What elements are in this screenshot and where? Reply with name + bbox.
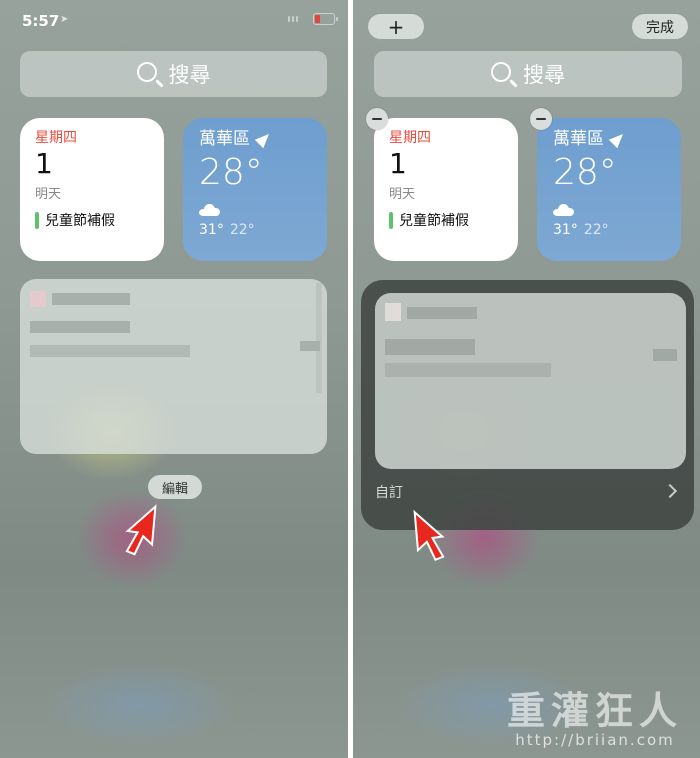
event-color-bar	[389, 211, 393, 229]
weather-widget[interactable]: 萬華區 28° 31° 22°	[537, 118, 681, 261]
calendar-tomorrow-label: 明天	[35, 187, 62, 202]
search-icon	[136, 62, 157, 82]
calendar-date: 1	[35, 147, 53, 180]
calendar-date: 1	[389, 147, 407, 180]
done-button[interactable]: 完成	[632, 14, 688, 39]
red-cursor-arrow-icon	[413, 509, 445, 562]
add-widget-button[interactable]: +	[368, 14, 424, 39]
event-color-bar	[35, 211, 39, 229]
watermark-url: http://briian.com	[515, 731, 675, 749]
weather-city-label: 萬華區	[553, 129, 604, 149]
remove-calendar-widget-button[interactable]	[366, 108, 388, 130]
calendar-event-title: 兒童節補假	[399, 213, 469, 229]
location-arrow-icon	[254, 129, 274, 149]
weather-city: 萬華區	[199, 128, 311, 150]
chevron-right-icon	[662, 483, 678, 499]
calendar-event-title: 兒童節補假	[45, 213, 115, 229]
weather-high-low: 31° 22°	[199, 222, 311, 238]
right-screen: + 完成 搜尋 星期四 1 明天 兒童節補假 萬華區 28° 31° 22° 自…	[353, 0, 700, 758]
weather-city-label: 萬華區	[199, 129, 250, 149]
location-services-icon: ➤	[60, 14, 69, 25]
location-arrow-icon	[608, 129, 628, 149]
cloud-icon	[199, 204, 221, 216]
weather-high: 31°	[553, 222, 578, 238]
weather-city: 萬華區	[553, 128, 665, 150]
weather-low: 22°	[583, 222, 609, 238]
status-time: 5:57	[22, 12, 60, 30]
weather-temperature: 28°	[199, 152, 263, 193]
weather-high-low: 31° 22°	[553, 222, 665, 238]
wifi-icon	[288, 16, 302, 24]
watermark: 重灌狂人 http://briian.com	[495, 680, 695, 749]
customize-label: 自訂	[375, 485, 403, 501]
search-bar[interactable]: 搜尋	[20, 51, 327, 97]
search-bar[interactable]: 搜尋	[374, 51, 682, 97]
calendar-widget[interactable]: 星期四 1 明天 兒童節補假	[374, 118, 518, 261]
customize-row[interactable]: 自訂	[375, 482, 678, 502]
weather-widget[interactable]: 萬華區 28° 31° 22°	[183, 118, 327, 261]
watermark-title: 重灌狂人	[506, 689, 683, 733]
weather-temperature: 28°	[553, 152, 617, 193]
weather-high: 31°	[199, 222, 224, 238]
red-cursor-arrow-icon	[125, 504, 157, 556]
calendar-widget[interactable]: 星期四 1 明天 兒童節補假	[20, 118, 164, 261]
pixelated-widget[interactable]	[20, 279, 327, 454]
calendar-event: 兒童節補假	[389, 210, 503, 230]
search-label: 搜尋	[168, 63, 211, 87]
calendar-weekday: 星期四	[35, 130, 77, 146]
left-screen: 5:57 ➤ 搜尋 星期四 1 明天 兒童節補假 萬華區 28° 31° 22°	[0, 0, 348, 758]
battery-icon	[313, 13, 338, 25]
search-label: 搜尋	[523, 63, 565, 87]
edit-button[interactable]: 編輯	[148, 475, 202, 499]
weather-low: 22°	[229, 222, 255, 238]
pixelated-widget[interactable]	[375, 293, 686, 469]
calendar-tomorrow-label: 明天	[389, 187, 416, 202]
search-icon	[491, 62, 511, 82]
cloud-icon	[553, 204, 575, 216]
calendar-weekday: 星期四	[389, 130, 431, 146]
remove-weather-widget-button[interactable]	[530, 108, 552, 130]
calendar-event: 兒童節補假	[35, 210, 149, 230]
